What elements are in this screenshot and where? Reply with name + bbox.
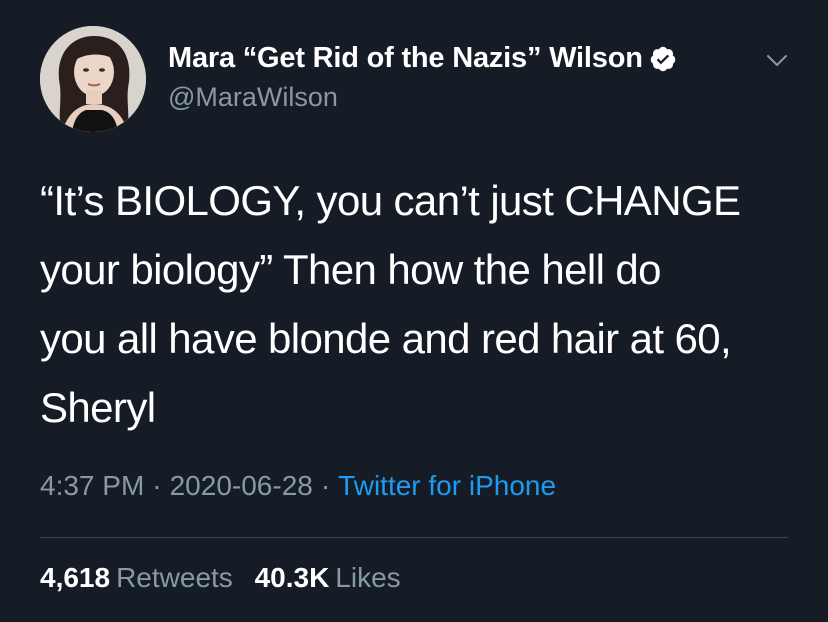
avatar[interactable] [40, 26, 146, 132]
display-name[interactable]: Mara “Get Rid of the Nazis” Wilson [168, 42, 643, 75]
author-name-row[interactable]: Mara “Get Rid of the Nazis” Wilson [168, 42, 677, 75]
retweets-stat[interactable]: 4,618 Retweets [40, 562, 233, 594]
tweet-meta: 4:37 PM · 2020-06-28 · Twitter for iPhone [40, 470, 556, 502]
divider [40, 537, 788, 538]
tweet-header: Mara “Get Rid of the Nazis” Wilson @Mara… [40, 26, 800, 132]
retweets-count: 4,618 [40, 562, 111, 593]
likes-count: 40.3K [254, 562, 330, 593]
likes-label: Likes [335, 562, 401, 593]
avatar-image [40, 26, 146, 132]
tweet-source-link[interactable]: Twitter for iPhone [338, 470, 556, 501]
verified-badge-icon [650, 46, 675, 71]
chevron-down-icon[interactable] [763, 46, 791, 74]
likes-stat[interactable]: 40.3K Likes [255, 562, 401, 594]
tweet-date[interactable]: 2020-06-28 [170, 470, 313, 501]
tweet-stats: 4,618 Retweets 40.3K Likes [40, 562, 401, 594]
tweet-time[interactable]: 4:37 PM [40, 470, 144, 501]
author-handle[interactable]: @MaraWilson [168, 82, 338, 113]
meta-separator: · [320, 470, 331, 501]
tweet-text: “It’s BIOLOGY, you can’t just CHANGE you… [40, 177, 741, 431]
retweets-label: Retweets [116, 562, 233, 593]
tweet-card: Mara “Get Rid of the Nazis” Wilson @Mara… [0, 0, 828, 622]
meta-separator: · [152, 470, 162, 501]
